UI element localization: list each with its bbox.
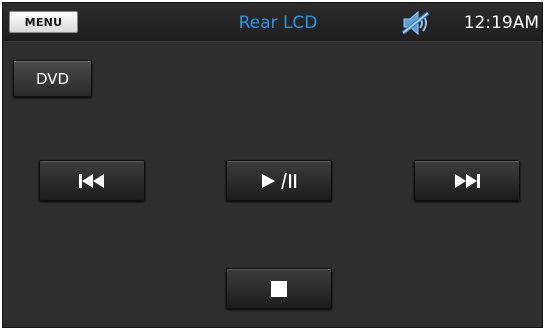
play-pause-icon bbox=[262, 172, 297, 189]
stop-button[interactable] bbox=[226, 268, 332, 309]
play-pause-button[interactable] bbox=[226, 160, 332, 201]
mute-speaker-icon[interactable] bbox=[399, 9, 431, 37]
rear-lcd-screen: MENU Rear LCD 12:19AM DVD bbox=[2, 2, 543, 328]
skip-next-icon bbox=[455, 173, 480, 188]
stop-icon bbox=[271, 280, 287, 297]
menu-button[interactable]: MENU bbox=[9, 11, 78, 33]
clock: 12:19AM bbox=[463, 13, 539, 33]
skip-previous-icon bbox=[79, 173, 104, 188]
dvd-source-button[interactable]: DVD bbox=[13, 60, 92, 97]
page-title: Rear LCD bbox=[238, 13, 318, 33]
next-track-button[interactable] bbox=[414, 160, 520, 201]
previous-track-button[interactable] bbox=[39, 160, 145, 201]
top-bar: MENU Rear LCD 12:19AM bbox=[3, 3, 542, 42]
